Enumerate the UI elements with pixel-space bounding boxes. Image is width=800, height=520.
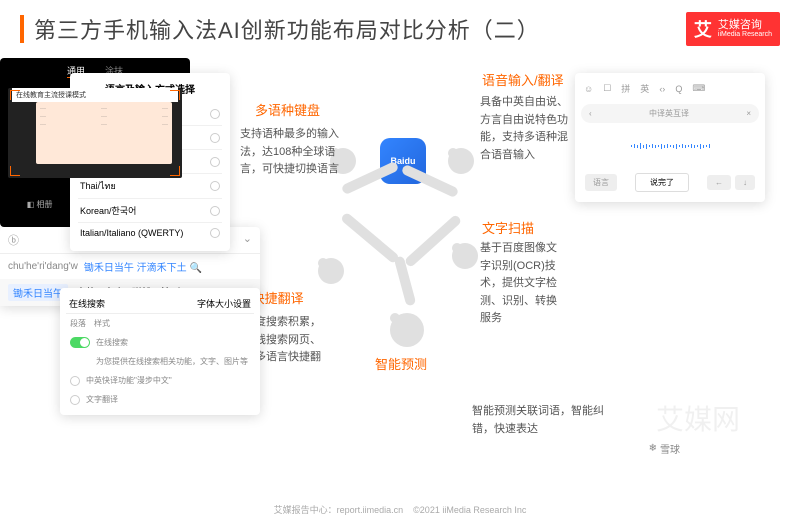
code-icon[interactable]: ‹› bbox=[659, 84, 665, 94]
crop-corner-icon[interactable] bbox=[10, 90, 20, 100]
brand-text: 艾媒咨询 iiMedia Research bbox=[718, 20, 772, 38]
panel-settings: 在线搜索 字体大小设置 段落 样式 在线搜索 为您提供在线搜索相关功能，文字、图… bbox=[60, 288, 260, 415]
crop-corner-icon[interactable] bbox=[170, 90, 180, 100]
label-predict: 智能预测 bbox=[375, 354, 427, 373]
brand-logo: 艾 艾媒咨询 iiMedia Research bbox=[686, 12, 780, 46]
radio-icon[interactable] bbox=[210, 133, 220, 143]
inline-suggestion[interactable]: 锄禾日当午 汗滴禾下土 🔍 bbox=[84, 259, 202, 274]
settings-row: 为您提供在线搜索相关功能，文字、图片等 bbox=[66, 352, 254, 371]
tab-english[interactable]: 英 bbox=[640, 82, 649, 95]
radio-icon[interactable] bbox=[210, 181, 220, 191]
lang-row[interactable]: Korean/한국어 bbox=[78, 199, 222, 223]
crop-corner-icon[interactable] bbox=[10, 166, 20, 176]
ocr-viewport: 在线教育主流授课模式 ········· ········· ········· bbox=[8, 88, 182, 178]
desc-multilang: 支持语种最多的输入法，达108种全球语言，可快捷切换语言 bbox=[240, 126, 340, 179]
desc-predict: 智能预测关联词语，智能纠错，快速表达 bbox=[472, 403, 612, 438]
pinyin-text: chu'he'ri'dang'w bbox=[8, 261, 78, 272]
close-icon[interactable]: × bbox=[746, 109, 751, 118]
page-title: 第三方手机输入法AI创新功能布局对比分析（二） bbox=[34, 13, 540, 45]
header: 第三方手机输入法AI创新功能布局对比分析（二） 艾 艾媒咨询 iiMedia R… bbox=[0, 0, 800, 58]
node bbox=[318, 258, 344, 284]
label-voice: 语音输入/翻译 bbox=[482, 70, 564, 89]
diagram-canvas: Baidu 多语种键盘 搜索/快捷翻译 语音输入/翻译 文字扫描 智能预测 支持… bbox=[0, 58, 800, 488]
done-button[interactable]: 说完了 bbox=[635, 173, 689, 192]
snow-icon: ❄ bbox=[649, 443, 657, 454]
toggle-icon[interactable] bbox=[70, 337, 90, 348]
brand-icon: 艾 bbox=[694, 16, 712, 42]
node bbox=[390, 313, 424, 347]
candidate[interactable]: 锄禾日当午 bbox=[8, 284, 68, 301]
radio-icon[interactable] bbox=[210, 228, 220, 238]
voice-mode-pill[interactable]: ‹中译英互译× bbox=[581, 104, 759, 123]
search-icon[interactable]: Q bbox=[675, 84, 682, 94]
title-accent-bar bbox=[20, 15, 24, 43]
settings-header-row: 段落 样式 bbox=[66, 314, 254, 333]
settings-row[interactable]: 文字翻译 bbox=[66, 390, 254, 409]
keyboard-icon[interactable]: ⌨ bbox=[692, 83, 705, 94]
kbd-input-row: chu'he'ri'dang'w 锄禾日当午 汗滴禾下土 🔍 bbox=[0, 254, 260, 279]
square-icon[interactable]: ☐ bbox=[603, 83, 611, 94]
voice-toolbar: ☺ ☐ 拼 英 ‹› Q ⌨ bbox=[581, 79, 759, 98]
radio-icon[interactable] bbox=[210, 157, 220, 167]
tab-online-search[interactable]: 在线搜索 bbox=[69, 297, 105, 310]
node bbox=[452, 243, 478, 269]
chevron-down-icon[interactable]: ⌄ bbox=[243, 232, 252, 248]
title-wrap: 第三方手机输入法AI创新功能布局对比分析（二） bbox=[20, 13, 540, 45]
checkbox-icon[interactable] bbox=[70, 376, 80, 386]
settings-row[interactable]: 在线搜索 bbox=[66, 333, 254, 352]
waveform-icon bbox=[581, 131, 759, 161]
enter-icon[interactable]: ↓ bbox=[735, 175, 755, 190]
backspace-icon[interactable]: ← bbox=[707, 175, 731, 190]
lang-row[interactable]: Italian/Italiano (QWERTY) bbox=[78, 223, 222, 243]
radio-icon[interactable] bbox=[210, 206, 220, 216]
ocr-result-popup: ········· ········· ········· bbox=[36, 102, 172, 164]
node bbox=[448, 148, 474, 174]
emoji-icon[interactable]: ☺ bbox=[584, 84, 593, 94]
desc-voice: 具备中英自由说、方言自由说特色功能，支持多语种混合语音输入 bbox=[480, 94, 570, 164]
album-button[interactable]: ◧ 相册 bbox=[27, 199, 53, 210]
tab-font-size[interactable]: 字体大小设置 bbox=[197, 297, 251, 310]
settings-tabs: 在线搜索 字体大小设置 bbox=[66, 294, 254, 314]
crop-corner-icon[interactable] bbox=[170, 166, 180, 176]
ocr-caption: 在线教育主流授课模式 bbox=[12, 88, 178, 102]
watermark: 艾媒网 bbox=[656, 398, 740, 438]
lang-button[interactable]: 语言 bbox=[585, 174, 617, 191]
connector bbox=[340, 212, 400, 265]
voice-bottom-bar: 语言 说完了 ← ↓ bbox=[581, 169, 759, 196]
settings-row[interactable]: 中英快译功能"漫步中文" bbox=[66, 371, 254, 390]
label-multilang: 多语种键盘 bbox=[255, 100, 320, 119]
desc-ocr: 基于百度图像文字识别(OCR)技术，提供文字检测、识别、转换服务 bbox=[480, 240, 566, 328]
checkbox-icon[interactable] bbox=[70, 395, 80, 405]
snowball-badge: ❄雪球 bbox=[649, 441, 680, 456]
label-ocr: 文字扫描 bbox=[482, 218, 534, 237]
panel-voice-input: ☺ ☐ 拼 英 ‹› Q ⌨ ‹中译英互译× 语言 说完了 ← ↓ bbox=[575, 73, 765, 202]
logo-icon[interactable]: ⓑ bbox=[8, 232, 19, 248]
radio-icon[interactable] bbox=[210, 109, 220, 119]
footer: 艾媒报告中心：report.iimedia.cn ©2021 iiMedia R… bbox=[0, 503, 800, 516]
tab-pinyin[interactable]: 拼 bbox=[621, 82, 630, 95]
